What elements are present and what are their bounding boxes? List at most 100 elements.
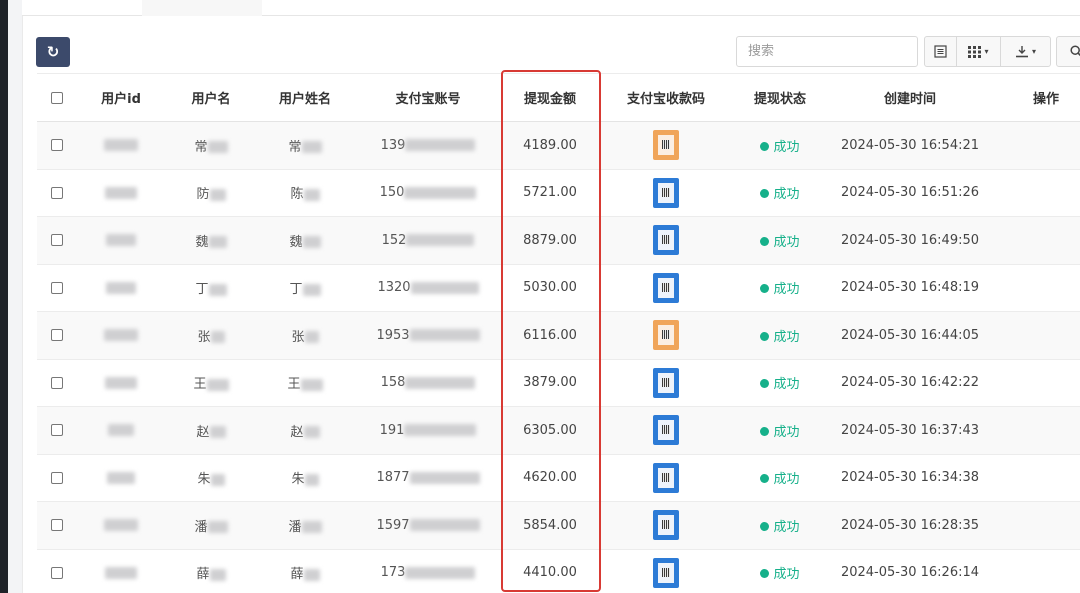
table-row[interactable]: 防 陈 150 5721.00 成功 2024-05-30 16:51:26 <box>37 169 1080 217</box>
status-dot-icon <box>760 189 770 199</box>
account-text: 1877 <box>376 470 410 486</box>
qr-code-thumbnail[interactable] <box>653 510 679 541</box>
table-row[interactable]: 薛 薛 173 4410.00 成功 2024-05-30 16:26:14 <box>37 549 1080 593</box>
row-checkbox[interactable] <box>51 471 63 484</box>
row-checkbox[interactable] <box>51 234 63 247</box>
row-checkbox[interactable] <box>51 424 63 437</box>
alipay-account-cell: 191 <box>353 406 503 455</box>
table-row[interactable]: 魏 魏 152 8879.00 成功 2024-05-30 16:49:50 <box>37 216 1080 265</box>
status-text: 成功 <box>773 519 800 535</box>
redacted-account <box>405 566 476 579</box>
row-select-cell <box>37 406 77 455</box>
qr-code-cell <box>597 216 735 265</box>
account-text: 1953 <box>376 327 410 343</box>
redacted-username <box>209 568 226 581</box>
qr-code-thumbnail[interactable] <box>653 225 679 256</box>
redacted-user-id <box>108 424 134 437</box>
chevron-down-icon: ▾ <box>984 47 989 56</box>
header-username[interactable]: 用户名 <box>165 73 257 122</box>
qr-code-thumbnail[interactable] <box>653 320 679 351</box>
qr-code-thumbnail[interactable] <box>653 415 679 446</box>
search-button[interactable] <box>1056 36 1080 67</box>
qr-code-thumbnail[interactable] <box>653 462 679 493</box>
row-checkbox[interactable] <box>51 186 63 199</box>
header-user-id[interactable]: 用户id <box>77 73 165 122</box>
refresh-button[interactable]: ↻ <box>36 37 70 67</box>
amount-cell: 5721.00 <box>503 169 597 217</box>
table-row[interactable]: 朱 朱 1877 4620.00 成功 2024-05-30 16:34:38 <box>37 454 1080 502</box>
qr-code-cell <box>597 169 735 217</box>
header-created[interactable]: 创建时间 <box>825 73 995 122</box>
row-checkbox[interactable] <box>51 281 63 294</box>
realname-cell: 赵 <box>257 406 353 455</box>
account-text: 1597 <box>376 517 410 533</box>
row-select-cell <box>37 549 77 593</box>
user-id-cell <box>77 121 165 170</box>
header-qr-code[interactable]: 支付宝收款码 <box>597 73 735 122</box>
toggle-view-button[interactable] <box>924 36 957 67</box>
search-input[interactable] <box>736 36 918 67</box>
row-checkbox[interactable] <box>51 376 63 389</box>
actions-cell <box>995 549 1080 593</box>
amount-cell: 4189.00 <box>503 121 597 170</box>
redacted-username <box>210 331 225 344</box>
table-row[interactable]: 丁 丁 1320 5030.00 成功 2024-05-30 16:48:19 <box>37 264 1080 312</box>
realname-cell: 王 <box>257 359 353 407</box>
redacted-username <box>209 426 226 439</box>
qr-code-thumbnail[interactable] <box>653 272 679 303</box>
status-text: 成功 <box>773 329 800 345</box>
redacted-realname <box>301 521 322 534</box>
qr-code-thumbnail[interactable] <box>653 177 679 208</box>
username-text: 薛 <box>196 567 210 583</box>
redacted-account <box>406 234 475 247</box>
table-row[interactable]: 张 张 1953 6116.00 成功 2024-05-30 16:44:05 <box>37 311 1080 360</box>
left-window-edge <box>0 0 22 593</box>
actions-cell <box>995 216 1080 265</box>
table-row[interactable]: 王 王 158 3879.00 成功 2024-05-30 16:42:22 <box>37 359 1080 407</box>
row-checkbox[interactable] <box>51 519 63 532</box>
redacted-account <box>405 139 476 152</box>
row-checkbox[interactable] <box>51 329 63 342</box>
qr-code-thumbnail[interactable] <box>653 130 679 161</box>
status-dot-icon <box>760 141 770 151</box>
select-all-checkbox[interactable] <box>51 91 63 104</box>
columns-grid-icon <box>968 45 982 58</box>
username-cell: 王 <box>165 359 257 407</box>
username-text: 张 <box>197 329 211 345</box>
header-status[interactable]: 提现状态 <box>735 73 825 122</box>
alipay-account-cell: 158 <box>353 359 503 407</box>
table-row[interactable]: 常 常 139 4189.00 成功 2024-05-30 16:54:21 <box>37 121 1080 170</box>
alipay-account-cell: 1877 <box>353 454 503 502</box>
export-dropdown-button[interactable]: ▾ <box>1000 36 1051 67</box>
header-alipay-account[interactable]: 支付宝账号 <box>353 73 503 122</box>
columns-dropdown-button[interactable]: ▾ <box>956 36 1001 67</box>
realname-text: 赵 <box>290 424 304 440</box>
redacted-realname <box>302 236 321 249</box>
row-checkbox[interactable] <box>51 139 63 152</box>
table-row[interactable]: 潘 潘 1597 5854.00 成功 2024-05-30 16:28:35 <box>37 501 1080 550</box>
qr-code-cell <box>597 121 735 170</box>
realname-cell: 常 <box>257 121 353 170</box>
qr-code-thumbnail[interactable] <box>653 557 679 588</box>
header-amount[interactable]: 提现金额 <box>503 73 597 122</box>
status-text: 成功 <box>773 282 800 298</box>
list-view-icon <box>934 45 947 58</box>
redacted-username <box>208 236 227 249</box>
alipay-account-cell: 152 <box>353 216 503 265</box>
amount-cell: 6305.00 <box>503 406 597 455</box>
redacted-username <box>208 283 227 296</box>
actions-cell <box>995 359 1080 407</box>
table-row[interactable]: 赵 赵 191 6305.00 成功 2024-05-30 16:37:43 <box>37 406 1080 455</box>
account-text: 139 <box>380 137 406 153</box>
actions-cell <box>995 501 1080 550</box>
row-checkbox[interactable] <box>51 566 63 579</box>
redacted-realname <box>302 283 321 296</box>
qr-code-cell <box>597 549 735 593</box>
header-realname[interactable]: 用户姓名 <box>257 73 353 122</box>
realname-text: 陈 <box>290 187 304 203</box>
status-cell: 成功 <box>735 454 825 502</box>
username-cell: 张 <box>165 311 257 360</box>
qr-code-thumbnail[interactable] <box>653 367 679 398</box>
created-cell: 2024-05-30 16:49:50 <box>825 216 995 265</box>
redacted-username <box>207 141 228 154</box>
